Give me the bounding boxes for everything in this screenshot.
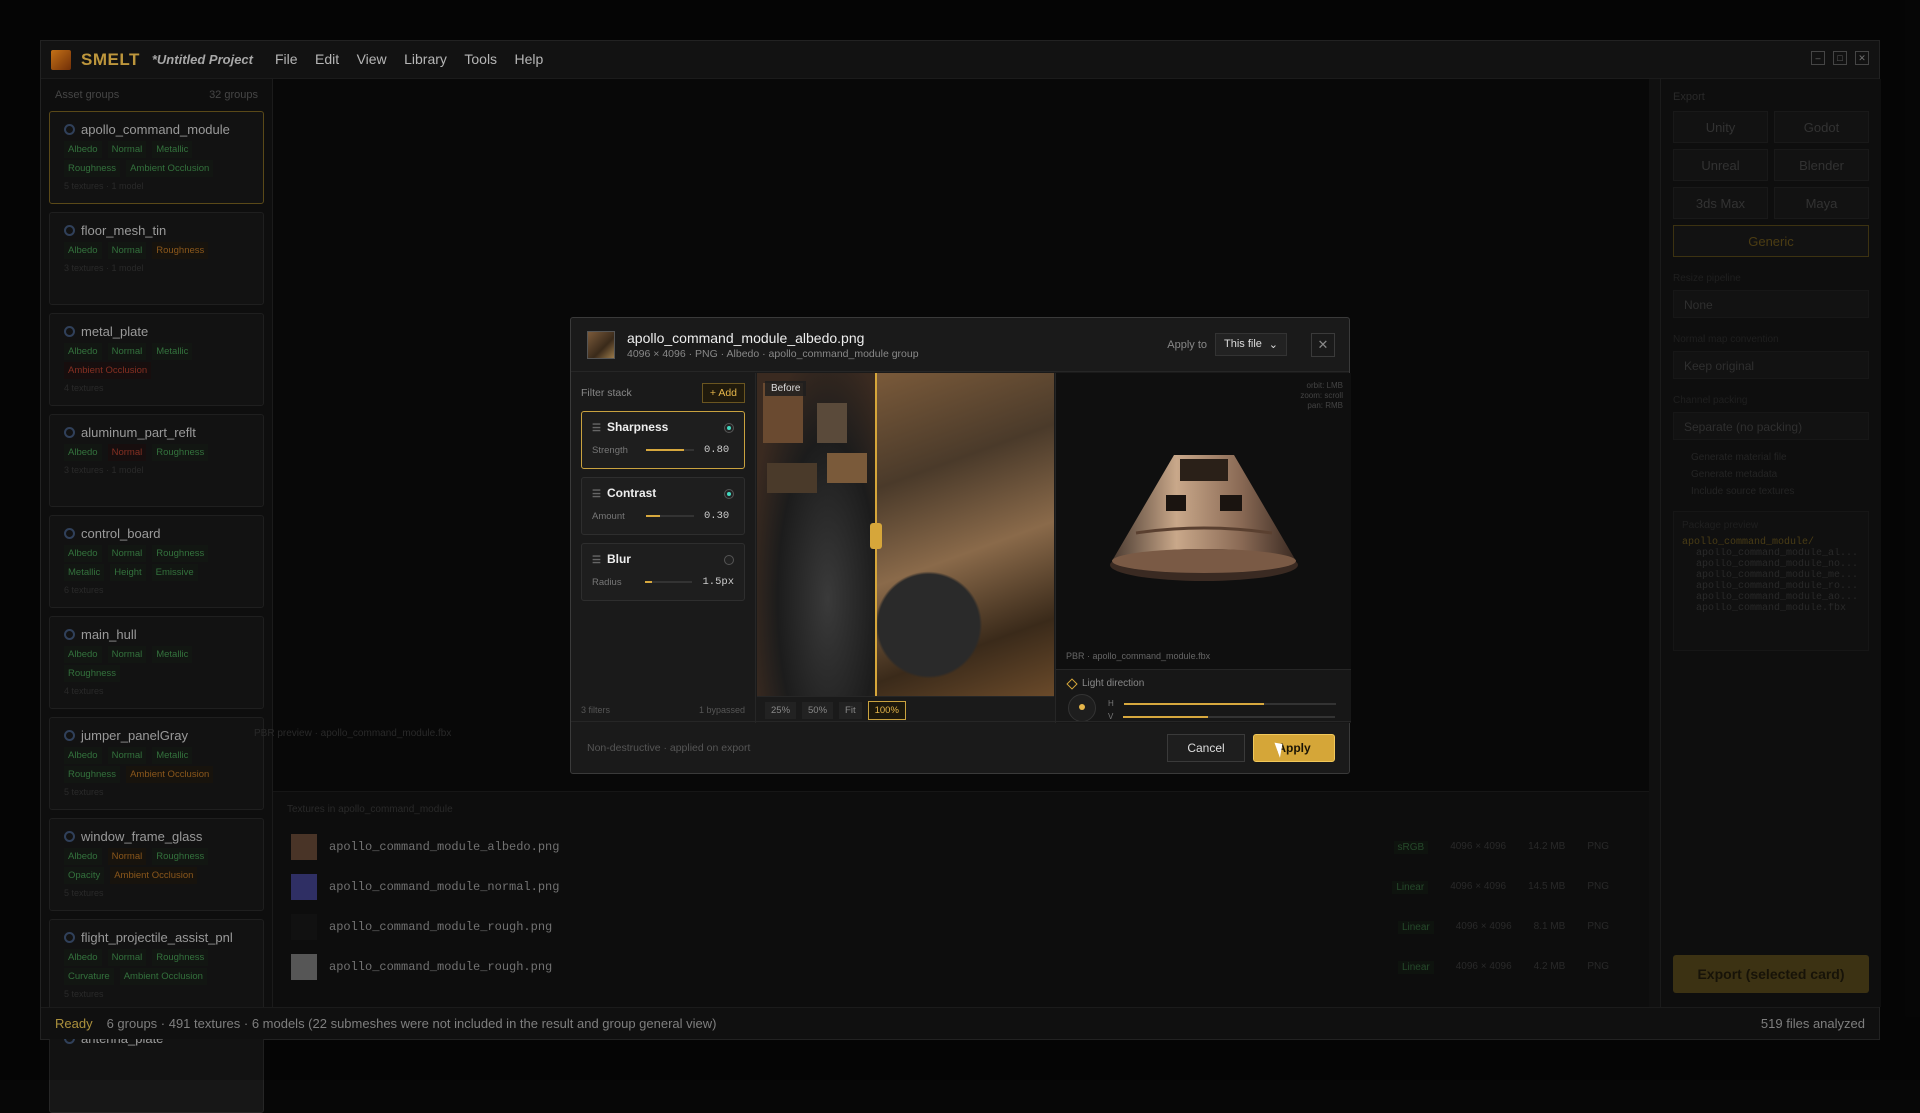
filter-value: 0.80: [704, 444, 730, 456]
after-image: [875, 373, 1054, 696]
filter-card[interactable]: ☰ Contrast Amount 0.30: [581, 477, 745, 535]
before-after-compare[interactable]: Before: [757, 373, 1054, 696]
add-filter-button[interactable]: + Add: [701, 383, 745, 403]
filter-param-label: Strength: [592, 444, 628, 456]
filter-name: Sharpness: [606, 420, 669, 434]
command-module-model: [1110, 455, 1298, 581]
light-v-row: V: [1108, 712, 1336, 721]
modal-subtitle: 4096 × 4096 · PNG · Albedo · apollo_comm…: [627, 347, 919, 360]
pbr-preview[interactable]: orbit: LMB zoom: scroll pan: RMB PBR · a…: [1055, 373, 1351, 669]
filter-stack-label: Filter stack: [581, 387, 632, 399]
light-v-slider[interactable]: [1123, 715, 1336, 718]
filter-slider[interactable]: [645, 581, 693, 583]
light-direction-label: Light direction: [1082, 678, 1145, 689]
before-image: [757, 373, 875, 696]
apply-to-select[interactable]: This file ⌄: [1215, 333, 1287, 356]
zoom-50-button[interactable]: 50%: [802, 701, 834, 719]
zoom-fit-button[interactable]: Fit: [839, 701, 862, 719]
light-h-row: H: [1108, 699, 1336, 708]
filter-card[interactable]: ☰ Blur Radius 1.5px: [581, 543, 745, 601]
zoom-100-button[interactable]: 100%: [867, 700, 906, 720]
filter-modal: apollo_command_module_albedo.png 4096 × …: [570, 317, 1351, 774]
apply-to-group: Apply to This file ⌄: [1167, 333, 1287, 356]
filter-value: 0.30: [704, 510, 730, 522]
filter-param-label: Amount: [592, 510, 625, 522]
filter-stack: Filter stack + Add ☰ Sharpness Strength 0.8…: [571, 373, 756, 723]
apply-button[interactable]: Apply: [1253, 733, 1335, 762]
cancel-button[interactable]: Cancel: [1167, 733, 1245, 762]
before-label: Before: [765, 381, 807, 396]
light-v-label: V: [1108, 712, 1114, 721]
filter-value: 1.5px: [702, 576, 734, 588]
modal-header: apollo_command_module_albedo.png 4096 × …: [571, 318, 1349, 372]
texture-thumbnail: [587, 330, 615, 359]
zoom-25-button[interactable]: 25%: [765, 701, 797, 719]
light-direction-panel: Light direction H V: [1055, 669, 1351, 723]
filter-toggle[interactable]: [724, 489, 734, 499]
pbr-controls-hint: orbit: LMB zoom: scroll pan: RMB: [1300, 381, 1343, 410]
light-diamond-icon: [1066, 677, 1078, 690]
modal-body: Filter stack + Add ☰ Sharpness Strength 0.8…: [571, 373, 1351, 723]
close-icon[interactable]: ✕: [1311, 333, 1335, 357]
filter-card[interactable]: ☰ Sharpness Strength 0.80: [581, 411, 745, 469]
modal-title: apollo_command_module_albedo.png: [627, 329, 865, 346]
drag-handle-icon[interactable]: ☰: [592, 489, 601, 500]
filter-toggle[interactable]: [724, 555, 734, 565]
compare-handle[interactable]: [870, 523, 882, 549]
drag-handle-icon[interactable]: ☰: [592, 423, 601, 434]
filter-slider[interactable]: [646, 449, 694, 451]
filter-toggle[interactable]: [724, 423, 734, 433]
light-h-label: H: [1108, 699, 1114, 708]
filter-name: Blur: [606, 552, 631, 566]
apply-to-label: Apply to: [1167, 338, 1207, 351]
filter-slider[interactable]: [646, 515, 694, 517]
filter-count: 3 filters: [581, 705, 611, 715]
bypassed-count: 1 bypassed: [698, 705, 745, 715]
chevron-down-icon: ⌄: [1268, 339, 1278, 351]
filter-param-label: Radius: [592, 576, 622, 588]
footer-note: Non-destructive · applied on export: [587, 741, 751, 754]
modal-footer: Non-destructive · applied on export Canc…: [571, 721, 1351, 773]
filter-name: Contrast: [606, 486, 657, 500]
light-direction-knob[interactable]: [1068, 694, 1096, 722]
light-h-slider[interactable]: [1123, 702, 1336, 705]
zoom-controls: 25% 50% Fit 100%: [757, 696, 1054, 723]
pbr-caption: PBR · apollo_command_module.fbx: [1066, 651, 1211, 661]
drag-handle-icon[interactable]: ☰: [592, 555, 601, 566]
